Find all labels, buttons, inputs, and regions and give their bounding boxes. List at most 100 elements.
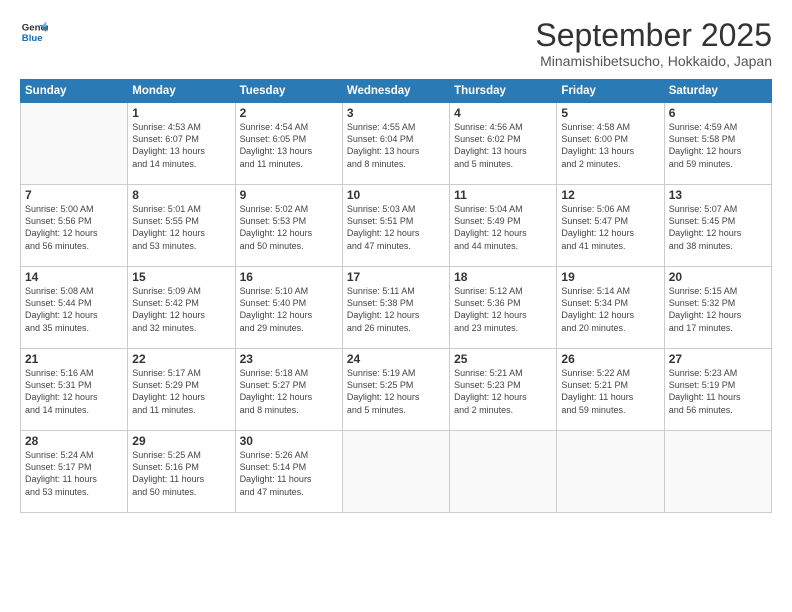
day-info: Sunrise: 4:55 AMSunset: 6:04 PMDaylight:… xyxy=(347,121,445,170)
table-row: 17Sunrise: 5:11 AMSunset: 5:38 PMDayligh… xyxy=(342,267,449,349)
day-info: Sunrise: 5:15 AMSunset: 5:32 PMDaylight:… xyxy=(669,285,767,334)
table-row: 15Sunrise: 5:09 AMSunset: 5:42 PMDayligh… xyxy=(128,267,235,349)
day-info: Sunrise: 5:24 AMSunset: 5:17 PMDaylight:… xyxy=(25,449,123,498)
location-title: Minamishibetsucho, Hokkaido, Japan xyxy=(535,53,772,69)
day-info: Sunrise: 5:08 AMSunset: 5:44 PMDaylight:… xyxy=(25,285,123,334)
day-number: 10 xyxy=(347,188,445,202)
day-number: 24 xyxy=(347,352,445,366)
table-row: 3Sunrise: 4:55 AMSunset: 6:04 PMDaylight… xyxy=(342,103,449,185)
day-number: 5 xyxy=(561,106,659,120)
table-row: 12Sunrise: 5:06 AMSunset: 5:47 PMDayligh… xyxy=(557,185,664,267)
table-row: 19Sunrise: 5:14 AMSunset: 5:34 PMDayligh… xyxy=(557,267,664,349)
table-row: 25Sunrise: 5:21 AMSunset: 5:23 PMDayligh… xyxy=(450,349,557,431)
day-info: Sunrise: 5:21 AMSunset: 5:23 PMDaylight:… xyxy=(454,367,552,416)
day-number: 12 xyxy=(561,188,659,202)
day-number: 17 xyxy=(347,270,445,284)
calendar-page: General Blue September 2025 Minamishibet… xyxy=(0,0,792,612)
table-row: 28Sunrise: 5:24 AMSunset: 5:17 PMDayligh… xyxy=(21,431,128,513)
day-number: 11 xyxy=(454,188,552,202)
day-info: Sunrise: 5:01 AMSunset: 5:55 PMDaylight:… xyxy=(132,203,230,252)
table-row: 11Sunrise: 5:04 AMSunset: 5:49 PMDayligh… xyxy=(450,185,557,267)
table-row xyxy=(342,431,449,513)
weekday-saturday: Saturday xyxy=(664,80,771,103)
day-number: 23 xyxy=(240,352,338,366)
day-info: Sunrise: 5:06 AMSunset: 5:47 PMDaylight:… xyxy=(561,203,659,252)
day-info: Sunrise: 5:03 AMSunset: 5:51 PMDaylight:… xyxy=(347,203,445,252)
weekday-monday: Monday xyxy=(128,80,235,103)
calendar-week-5: 28Sunrise: 5:24 AMSunset: 5:17 PMDayligh… xyxy=(21,431,772,513)
day-number: 14 xyxy=(25,270,123,284)
table-row: 13Sunrise: 5:07 AMSunset: 5:45 PMDayligh… xyxy=(664,185,771,267)
table-row xyxy=(664,431,771,513)
day-number: 7 xyxy=(25,188,123,202)
day-number: 30 xyxy=(240,434,338,448)
table-row: 20Sunrise: 5:15 AMSunset: 5:32 PMDayligh… xyxy=(664,267,771,349)
table-row: 6Sunrise: 4:59 AMSunset: 5:58 PMDaylight… xyxy=(664,103,771,185)
weekday-wednesday: Wednesday xyxy=(342,80,449,103)
calendar-week-4: 21Sunrise: 5:16 AMSunset: 5:31 PMDayligh… xyxy=(21,349,772,431)
calendar-week-3: 14Sunrise: 5:08 AMSunset: 5:44 PMDayligh… xyxy=(21,267,772,349)
table-row xyxy=(557,431,664,513)
table-row: 9Sunrise: 5:02 AMSunset: 5:53 PMDaylight… xyxy=(235,185,342,267)
day-info: Sunrise: 5:00 AMSunset: 5:56 PMDaylight:… xyxy=(25,203,123,252)
table-row: 29Sunrise: 5:25 AMSunset: 5:16 PMDayligh… xyxy=(128,431,235,513)
table-row xyxy=(450,431,557,513)
day-number: 26 xyxy=(561,352,659,366)
table-row: 8Sunrise: 5:01 AMSunset: 5:55 PMDaylight… xyxy=(128,185,235,267)
day-number: 20 xyxy=(669,270,767,284)
day-info: Sunrise: 5:07 AMSunset: 5:45 PMDaylight:… xyxy=(669,203,767,252)
table-row: 5Sunrise: 4:58 AMSunset: 6:00 PMDaylight… xyxy=(557,103,664,185)
table-row: 23Sunrise: 5:18 AMSunset: 5:27 PMDayligh… xyxy=(235,349,342,431)
day-number: 27 xyxy=(669,352,767,366)
day-number: 19 xyxy=(561,270,659,284)
table-row: 4Sunrise: 4:56 AMSunset: 6:02 PMDaylight… xyxy=(450,103,557,185)
day-info: Sunrise: 4:53 AMSunset: 6:07 PMDaylight:… xyxy=(132,121,230,170)
day-info: Sunrise: 5:12 AMSunset: 5:36 PMDaylight:… xyxy=(454,285,552,334)
day-number: 22 xyxy=(132,352,230,366)
day-number: 16 xyxy=(240,270,338,284)
calendar-table: SundayMondayTuesdayWednesdayThursdayFrid… xyxy=(20,79,772,513)
table-row: 16Sunrise: 5:10 AMSunset: 5:40 PMDayligh… xyxy=(235,267,342,349)
day-number: 1 xyxy=(132,106,230,120)
day-info: Sunrise: 5:11 AMSunset: 5:38 PMDaylight:… xyxy=(347,285,445,334)
day-number: 3 xyxy=(347,106,445,120)
day-number: 18 xyxy=(454,270,552,284)
table-row: 2Sunrise: 4:54 AMSunset: 6:05 PMDaylight… xyxy=(235,103,342,185)
table-row: 26Sunrise: 5:22 AMSunset: 5:21 PMDayligh… xyxy=(557,349,664,431)
weekday-tuesday: Tuesday xyxy=(235,80,342,103)
day-info: Sunrise: 5:14 AMSunset: 5:34 PMDaylight:… xyxy=(561,285,659,334)
month-title: September 2025 xyxy=(535,18,772,53)
table-row: 10Sunrise: 5:03 AMSunset: 5:51 PMDayligh… xyxy=(342,185,449,267)
table-row: 24Sunrise: 5:19 AMSunset: 5:25 PMDayligh… xyxy=(342,349,449,431)
day-info: Sunrise: 5:18 AMSunset: 5:27 PMDaylight:… xyxy=(240,367,338,416)
logo-icon: General Blue xyxy=(20,18,48,46)
day-info: Sunrise: 5:02 AMSunset: 5:53 PMDaylight:… xyxy=(240,203,338,252)
table-row xyxy=(21,103,128,185)
day-info: Sunrise: 5:04 AMSunset: 5:49 PMDaylight:… xyxy=(454,203,552,252)
day-info: Sunrise: 5:22 AMSunset: 5:21 PMDaylight:… xyxy=(561,367,659,416)
table-row: 22Sunrise: 5:17 AMSunset: 5:29 PMDayligh… xyxy=(128,349,235,431)
table-row: 30Sunrise: 5:26 AMSunset: 5:14 PMDayligh… xyxy=(235,431,342,513)
day-number: 9 xyxy=(240,188,338,202)
day-number: 13 xyxy=(669,188,767,202)
day-info: Sunrise: 5:23 AMSunset: 5:19 PMDaylight:… xyxy=(669,367,767,416)
svg-text:Blue: Blue xyxy=(22,33,43,44)
day-info: Sunrise: 5:16 AMSunset: 5:31 PMDaylight:… xyxy=(25,367,123,416)
day-number: 25 xyxy=(454,352,552,366)
day-info: Sunrise: 5:10 AMSunset: 5:40 PMDaylight:… xyxy=(240,285,338,334)
weekday-thursday: Thursday xyxy=(450,80,557,103)
day-info: Sunrise: 5:19 AMSunset: 5:25 PMDaylight:… xyxy=(347,367,445,416)
day-number: 6 xyxy=(669,106,767,120)
table-row: 27Sunrise: 5:23 AMSunset: 5:19 PMDayligh… xyxy=(664,349,771,431)
day-number: 29 xyxy=(132,434,230,448)
calendar-week-2: 7Sunrise: 5:00 AMSunset: 5:56 PMDaylight… xyxy=(21,185,772,267)
day-number: 2 xyxy=(240,106,338,120)
day-info: Sunrise: 4:56 AMSunset: 6:02 PMDaylight:… xyxy=(454,121,552,170)
title-block: September 2025 Minamishibetsucho, Hokkai… xyxy=(535,18,772,69)
day-info: Sunrise: 5:17 AMSunset: 5:29 PMDaylight:… xyxy=(132,367,230,416)
day-info: Sunrise: 5:25 AMSunset: 5:16 PMDaylight:… xyxy=(132,449,230,498)
day-info: Sunrise: 4:58 AMSunset: 6:00 PMDaylight:… xyxy=(561,121,659,170)
day-info: Sunrise: 4:59 AMSunset: 5:58 PMDaylight:… xyxy=(669,121,767,170)
day-number: 4 xyxy=(454,106,552,120)
weekday-sunday: Sunday xyxy=(21,80,128,103)
